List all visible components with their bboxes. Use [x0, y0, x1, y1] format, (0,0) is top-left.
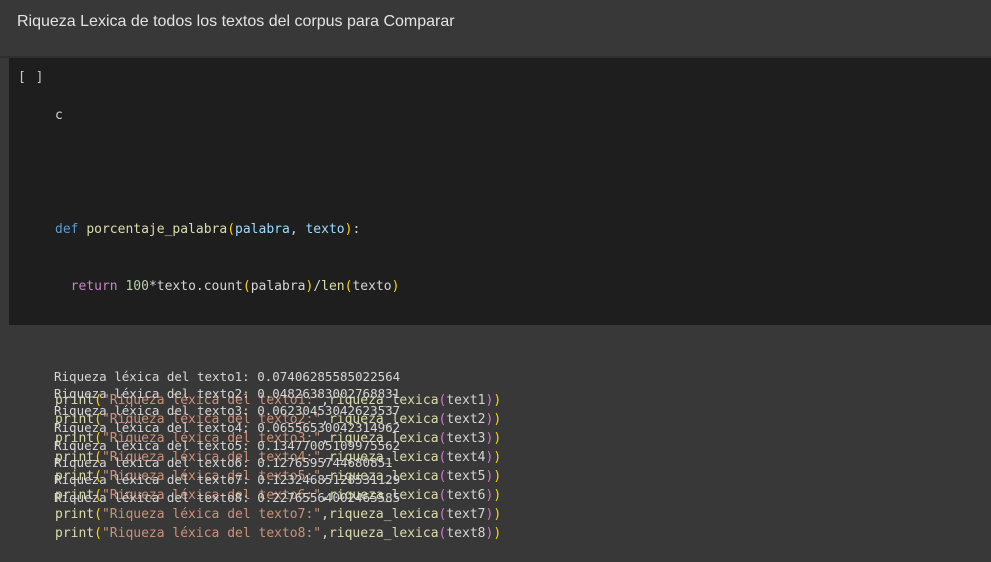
text-argument: text5 — [446, 469, 486, 484]
output-line: Riqueza léxica del texto4: 0.06556530042… — [54, 420, 401, 436]
code-line: c — [55, 106, 501, 125]
cell-heading: Riqueza Lexica de todos los textos del c… — [17, 13, 455, 30]
arg-texto: texto — [352, 279, 392, 294]
print-function: print — [55, 526, 95, 541]
string-literal: "Riqueza léxica del texto8:" — [101, 526, 322, 541]
text-argument: text2 — [446, 412, 486, 427]
code-line-print: print("Riqueza léxica del texto8:",rique… — [55, 526, 502, 541]
output-line: Riqueza léxica del texto1: 0.07406285585… — [54, 368, 401, 384]
output-lines: Riqueza léxica del texto1: 0.07406285585… — [54, 368, 400, 506]
code-token: c — [55, 108, 63, 123]
text-cell[interactable]: Riqueza Lexica de todos los textos del c… — [0, 0, 991, 56]
text-argument: text4 — [446, 450, 486, 465]
number-literal: 100 — [125, 279, 149, 294]
output-line: Riqueza léxica del texto8: 0.22765564002… — [54, 489, 401, 505]
code-line-def: def porcentaje_palabra(palabra, texto): — [55, 222, 361, 237]
text-argument: text3 — [446, 431, 486, 446]
cell-output: Riqueza léxica del texto1: 0.07406285585… — [54, 333, 400, 523]
var-texto: texto — [156, 279, 196, 294]
count-method: .count — [195, 279, 243, 294]
operator-div: / — [313, 279, 322, 294]
output-line: Riqueza léxica del texto7: 0.12324685128… — [54, 472, 401, 488]
output-line: Riqueza léxica del texto5: 0.13477005109… — [54, 437, 401, 453]
text-argument: text7 — [446, 507, 486, 522]
len-function: len — [321, 279, 345, 294]
param-texto: texto — [305, 222, 345, 237]
arg-palabra: palabra — [250, 279, 306, 294]
function-name: porcentaje_palabra — [86, 222, 228, 237]
output-line: Riqueza léxica del texto2: 0.04826383002… — [54, 385, 401, 401]
text-argument: text8 — [446, 526, 486, 541]
param-palabra: palabra — [235, 222, 290, 237]
keyword-return: return — [70, 279, 118, 294]
text-argument: text6 — [446, 488, 486, 503]
output-line: Riqueza léxica del texto6: 0.12765957446… — [54, 455, 393, 471]
riqueza-function: riqueza_lexica — [328, 526, 439, 541]
run-cell-button[interactable]: [ ] — [18, 70, 44, 85]
code-line-return: return 100*texto.count(palabra)/len(text… — [70, 279, 400, 294]
keyword-def: def — [55, 222, 79, 237]
output-line: Riqueza léxica del texto3: 0.06230453042… — [54, 403, 401, 419]
text-argument: text1 — [446, 393, 486, 408]
